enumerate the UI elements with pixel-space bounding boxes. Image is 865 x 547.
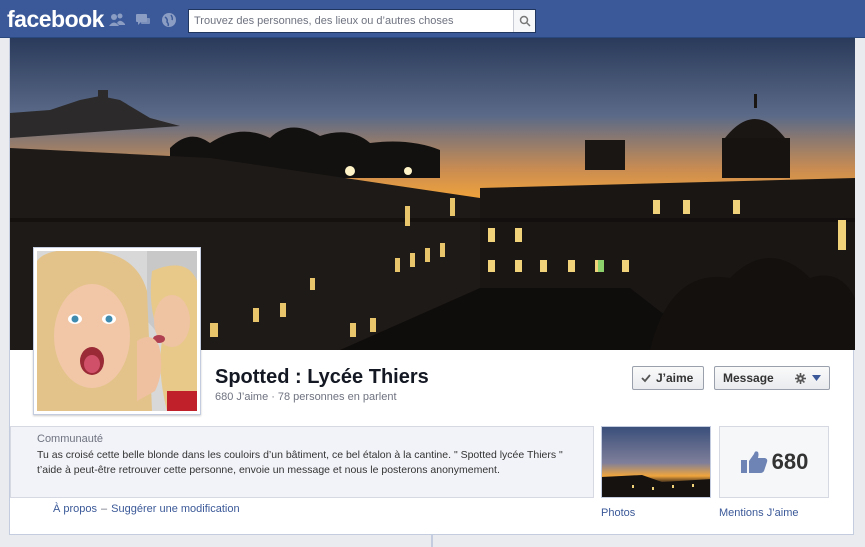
notifications-globe-icon[interactable] [160, 11, 178, 29]
top-bar: facebook [0, 0, 865, 38]
page-stats: 680 J’aime · 78 personnes en parlent [215, 391, 397, 403]
likes-app-label[interactable]: Mentions J’aime [719, 507, 798, 519]
about-box: Communauté Tu as croisé cette belle blon… [10, 426, 594, 498]
photos-app-label[interactable]: Photos [601, 507, 635, 519]
gear-icon[interactable] [795, 372, 806, 384]
about-links: À propos – Suggérer une modification [53, 503, 240, 515]
about-link[interactable]: À propos [53, 503, 97, 515]
thumbs-up-icon [740, 451, 767, 473]
message-button[interactable]: Message [714, 366, 830, 390]
photos-thumbnail[interactable] [601, 426, 711, 498]
message-button-label: Message [723, 371, 774, 385]
page-description: Tu as croisé cette belle blonde dans les… [37, 449, 563, 476]
separator-dot: · [271, 391, 275, 403]
search-button[interactable] [513, 10, 535, 32]
profile-picture[interactable] [33, 247, 201, 415]
facebook-logo[interactable]: facebook [7, 6, 104, 33]
timeline-divider [431, 535, 433, 547]
friends-icon[interactable] [108, 11, 126, 29]
suggest-edit-link[interactable]: Suggérer une modification [111, 503, 239, 515]
page-title: Spotted : Lycée Thiers [215, 366, 429, 388]
search-input[interactable] [189, 10, 509, 32]
likes-count-link[interactable]: 680 J’aime [215, 391, 268, 403]
page-container: Spotted : Lycée Thiers 680 J’aime · 78 per… [9, 38, 855, 535]
checkmark-icon [641, 374, 651, 383]
search-box [188, 9, 536, 33]
likes-count: 680 [771, 449, 809, 474]
search-icon [519, 15, 531, 27]
like-button[interactable]: J’aime [632, 366, 704, 390]
talking-about-link[interactable]: 78 personnes en parlent [278, 391, 397, 403]
likes-app-box[interactable]: 680 [719, 426, 829, 498]
messages-icon[interactable] [134, 11, 152, 29]
link-separator: – [101, 503, 108, 515]
like-button-label: J’aime [656, 371, 694, 385]
chevron-down-icon[interactable] [812, 375, 821, 381]
page-category[interactable]: Communauté [37, 433, 567, 445]
